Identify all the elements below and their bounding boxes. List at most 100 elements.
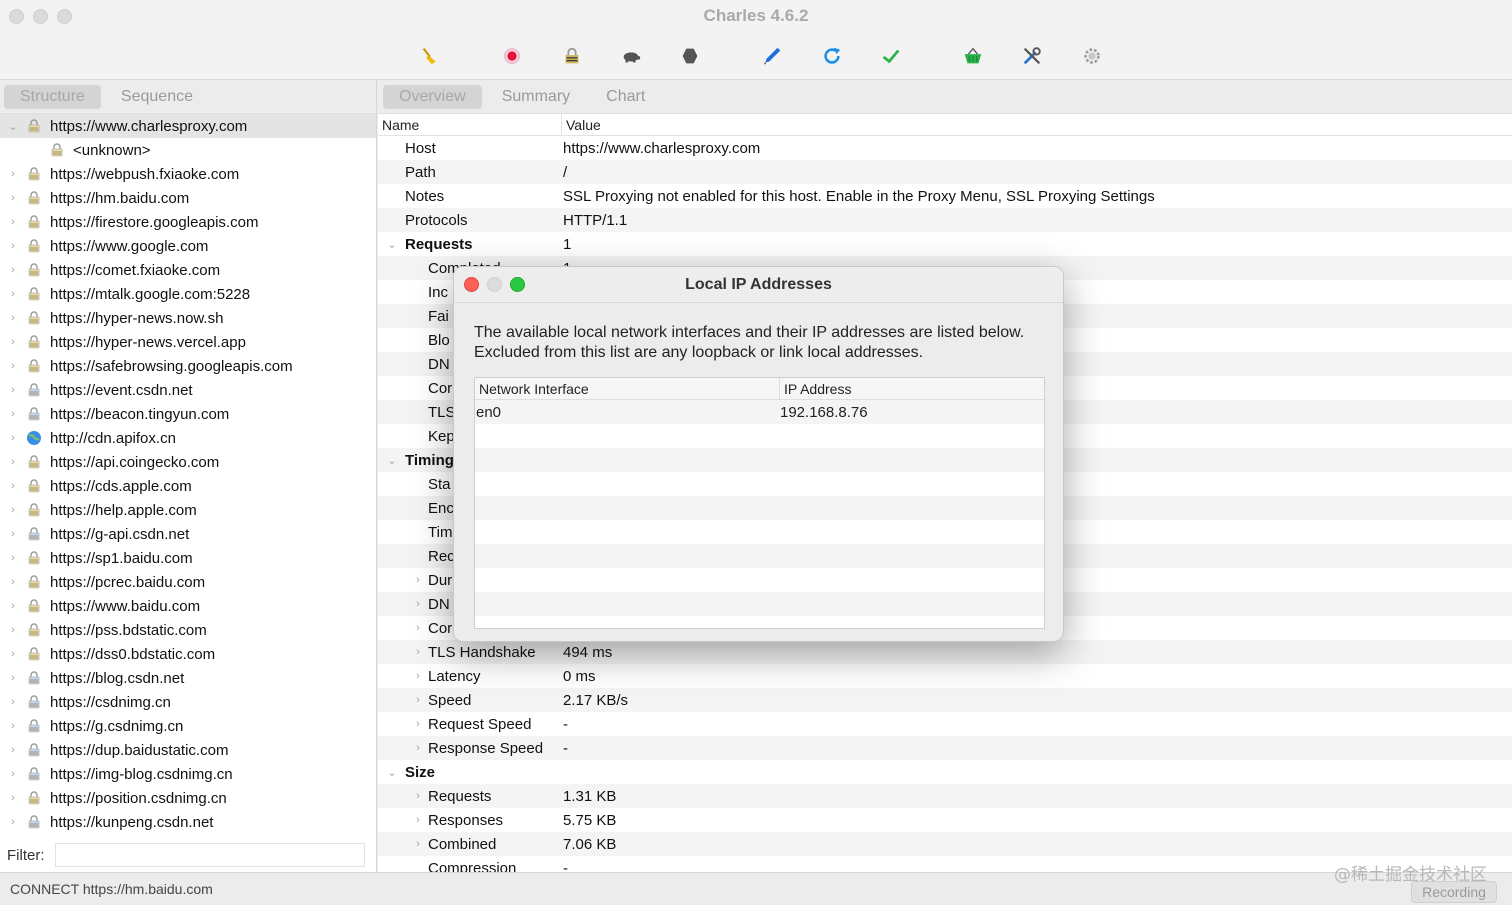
host-tree-row[interactable]: › https://firestore.googleapis.com (0, 210, 376, 234)
host-tree-row[interactable]: › https://blog.csdn.net (0, 666, 376, 690)
tab-structure[interactable]: Structure (4, 84, 101, 109)
chevron-right-icon[interactable]: › (7, 480, 19, 492)
host-tree-row[interactable]: <unknown> (0, 138, 376, 162)
column-value[interactable]: Value (562, 117, 601, 133)
chevron-right-icon[interactable]: › (412, 742, 424, 754)
host-tree-row[interactable]: › https://hm.baidu.com (0, 186, 376, 210)
settings-gear-icon[interactable] (1080, 44, 1104, 68)
host-tree-row[interactable]: ⌄ https://www.charlesproxy.com (0, 114, 376, 138)
chevron-right-icon[interactable]: › (7, 432, 19, 444)
tab-chart[interactable]: Chart (590, 85, 661, 109)
chevron-right-icon[interactable]: › (412, 790, 424, 802)
host-tree-row[interactable]: › https://cds.apple.com (0, 474, 376, 498)
host-tree-row[interactable]: › https://webpush.fxiaoke.com (0, 162, 376, 186)
chevron-right-icon[interactable]: › (412, 598, 424, 610)
stop-hexagon-icon[interactable] (678, 44, 702, 68)
host-tree-row[interactable]: › https://g.csdnimg.cn (0, 714, 376, 738)
compose-pen-icon[interactable] (760, 44, 784, 68)
host-tree-row[interactable]: › https://api.coingecko.com (0, 450, 376, 474)
host-tree-row[interactable]: › https://pss.bdstatic.com (0, 618, 376, 642)
overview-row[interactable]: ⌄ Size (378, 760, 1512, 784)
host-tree-row[interactable]: › https://kunpeng.csdn.net (0, 810, 376, 834)
chevron-right-icon[interactable]: › (7, 312, 19, 324)
chevron-right-icon[interactable]: › (7, 768, 19, 780)
host-tree-row[interactable]: › https://comet.fxiaoke.com (0, 258, 376, 282)
overview-row[interactable]: › Response Speed - (378, 736, 1512, 760)
chevron-right-icon[interactable]: › (7, 816, 19, 828)
chevron-right-icon[interactable]: › (7, 600, 19, 612)
dialog-minimize-button[interactable] (487, 277, 502, 292)
ssl-lock-icon[interactable] (560, 44, 584, 68)
chevron-right-icon[interactable]: › (412, 646, 424, 658)
host-tree-row[interactable]: › https://pcrec.baidu.com (0, 570, 376, 594)
overview-row[interactable]: Notes SSL Proxying not enabled for this h… (378, 184, 1512, 208)
host-tree-row[interactable]: › https://safebrowsing.googleapis.com (0, 354, 376, 378)
validate-check-icon[interactable] (879, 44, 903, 68)
chevron-right-icon[interactable]: › (7, 504, 19, 516)
chevron-right-icon[interactable]: › (7, 288, 19, 300)
chevron-right-icon[interactable]: › (412, 718, 424, 730)
host-tree-row[interactable]: › https://beacon.tingyun.com (0, 402, 376, 426)
tab-overview[interactable]: Overview (383, 84, 482, 109)
chevron-right-icon[interactable]: › (412, 670, 424, 682)
host-tree-row[interactable]: › https://img-blog.csdnimg.cn (0, 762, 376, 786)
host-tree-row[interactable]: › https://hyper-news.vercel.app (0, 330, 376, 354)
host-tree-row[interactable]: › https://help.apple.com (0, 498, 376, 522)
chevron-right-icon[interactable]: › (7, 240, 19, 252)
host-tree-row[interactable]: › https://www.google.com (0, 234, 376, 258)
filter-input[interactable] (54, 843, 365, 867)
tools-icon[interactable] (1020, 44, 1044, 68)
chevron-right-icon[interactable]: › (7, 456, 19, 468)
chevron-right-icon[interactable]: › (7, 264, 19, 276)
interface-row[interactable]: en0 192.168.8.76 (475, 400, 1044, 424)
chevron-right-icon[interactable]: › (7, 792, 19, 804)
host-tree-row[interactable]: › https://mtalk.google.com:5228 (0, 282, 376, 306)
overview-row[interactable]: Path / (378, 160, 1512, 184)
overview-row[interactable]: Host https://www.charlesproxy.com (378, 136, 1512, 160)
throttle-turtle-icon[interactable] (619, 44, 643, 68)
overview-row[interactable]: › Speed 2.17 KB/s (378, 688, 1512, 712)
host-tree-row[interactable]: › https://hyper-news.now.sh (0, 306, 376, 330)
chevron-right-icon[interactable]: › (7, 360, 19, 372)
chevron-right-icon[interactable]: › (412, 838, 424, 850)
column-ip-address[interactable]: IP Address (780, 378, 851, 399)
chevron-right-icon[interactable]: › (7, 672, 19, 684)
host-tree-row[interactable]: › http://cdn.apifox.cn (0, 426, 376, 450)
dialog-zoom-button[interactable] (510, 277, 525, 292)
overview-row[interactable]: › Request Speed - (378, 712, 1512, 736)
tab-summary[interactable]: Summary (486, 85, 586, 109)
overview-row[interactable]: › Combined 7.06 KB (378, 832, 1512, 856)
chevron-down-icon[interactable]: ⌄ (386, 238, 398, 251)
chevron-right-icon[interactable]: › (7, 336, 19, 348)
host-tree-row[interactable]: › https://dss0.bdstatic.com (0, 642, 376, 666)
chevron-right-icon[interactable]: › (7, 408, 19, 420)
chevron-right-icon[interactable]: › (7, 192, 19, 204)
chevron-right-icon[interactable]: › (412, 622, 424, 634)
overview-row[interactable]: › Requests 1.31 KB (378, 784, 1512, 808)
dialog-close-button[interactable] (464, 277, 479, 292)
chevron-right-icon[interactable]: › (7, 720, 19, 732)
chevron-right-icon[interactable]: › (7, 528, 19, 540)
chevron-right-icon[interactable]: › (7, 168, 19, 180)
overview-row[interactable]: ⌄ Requests 1 (378, 232, 1512, 256)
record-icon[interactable] (500, 44, 524, 68)
tab-sequence[interactable]: Sequence (105, 85, 209, 109)
chevron-down-icon[interactable]: ⌄ (7, 120, 19, 133)
overview-row[interactable]: › TLS Handshake 494 ms (378, 640, 1512, 664)
column-network-interface[interactable]: Network Interface (475, 378, 780, 399)
host-tree-row[interactable]: › https://www.baidu.com (0, 594, 376, 618)
chevron-down-icon[interactable]: ⌄ (386, 766, 398, 779)
chevron-right-icon[interactable]: › (7, 696, 19, 708)
host-tree-row[interactable]: › https://event.csdn.net (0, 378, 376, 402)
chevron-right-icon[interactable]: › (412, 574, 424, 586)
host-tree-row[interactable]: › https://g-api.csdn.net (0, 522, 376, 546)
refresh-icon[interactable] (820, 44, 844, 68)
chevron-right-icon[interactable]: › (7, 576, 19, 588)
host-tree-row[interactable]: › https://dup.baidustatic.com (0, 738, 376, 762)
recording-button[interactable]: Recording (1411, 881, 1497, 903)
chevron-right-icon[interactable]: › (412, 814, 424, 826)
chevron-down-icon[interactable]: ⌄ (386, 454, 398, 467)
overview-row[interactable]: › Latency 0 ms (378, 664, 1512, 688)
overview-row[interactable]: › Responses 5.75 KB (378, 808, 1512, 832)
host-tree-row[interactable]: › https://sp1.baidu.com (0, 546, 376, 570)
